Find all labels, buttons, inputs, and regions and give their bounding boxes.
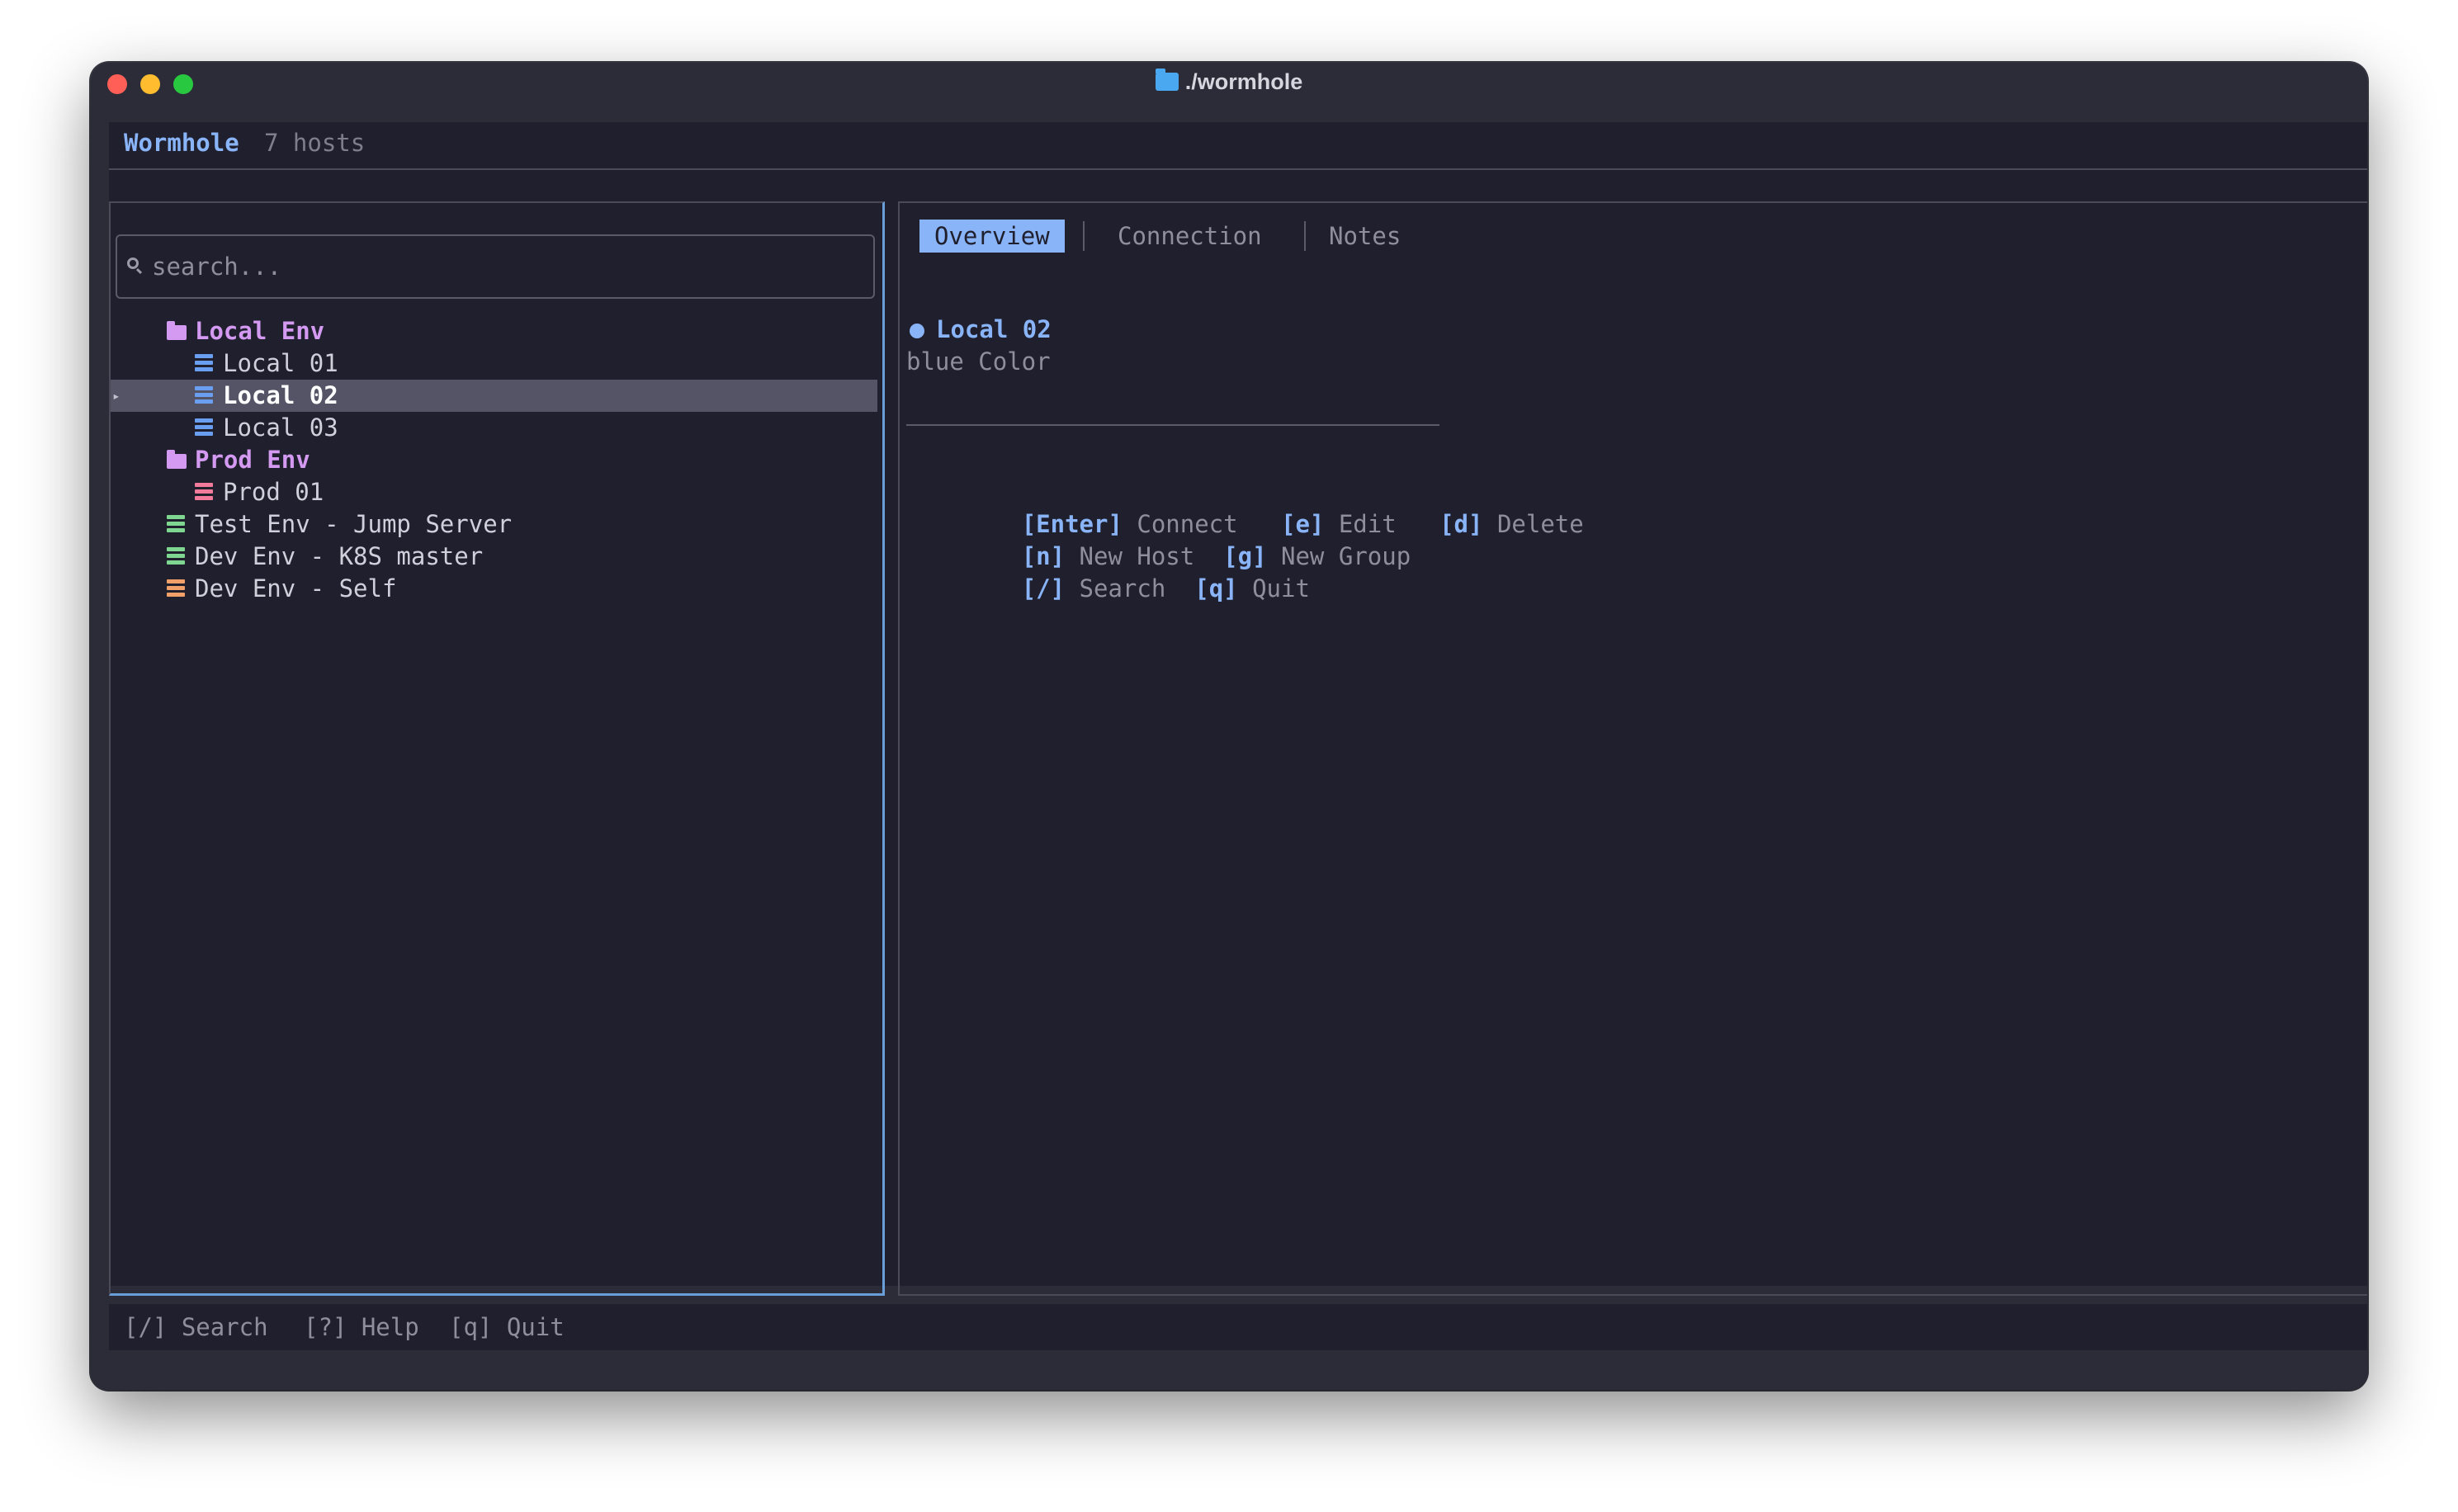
search-input[interactable] [150,248,863,286]
tree-item-label: Local 02 [223,381,338,409]
folder-icon [167,450,187,469]
tree-host[interactable]: ▸ Local 02 [111,380,877,412]
terminal-content: Wormhole 7 hosts Local Env Local 01 ▸ Local… [109,122,2367,1350]
shortcut-action: Quit [1252,574,1310,602]
search-icon [127,258,139,269]
host-tree: Local Env Local 01 ▸ Local 02 Local 03 Prod E… [111,315,882,605]
status-bar: [/] Search [?] Help [q] Quit [109,1304,2367,1350]
title-bar: ./wormhole [91,63,2367,122]
host-color-dot [910,324,924,338]
tree-item-label: Prod Env [195,446,310,474]
tab-separator [1304,221,1306,251]
shortcut-action: Search [1079,574,1166,602]
detail-host-name: Local 02 [936,315,1052,343]
app-name: Wormhole [124,129,239,157]
tree-group[interactable]: Local Env [111,315,882,347]
footer-help-hint: [?] Help [304,1313,419,1341]
host-list-pane: Local Env Local 01 ▸ Local 02 Local 03 Prod E… [109,201,885,1296]
window-title: ./wormhole [91,69,2367,95]
terminal-window: ./wormhole Wormhole 7 hosts Local Env Loc… [91,63,2367,1390]
tree-item-label: Local 01 [223,349,338,377]
shortcut-key: [d] [1439,510,1483,538]
tree-host[interactable]: Local 01 [111,347,882,380]
tree-host[interactable]: Local 03 [111,412,882,444]
shortcut-key: [q] [1194,574,1238,602]
server-icon [195,354,213,372]
shortcut-row: [/] Search [q] Quit [906,541,1310,637]
selection-arrow-icon: ▸ [112,388,121,404]
tab-separator [1083,221,1085,251]
folder-icon [1155,69,1179,91]
tree-item-label: Test Env - Jump Server [195,510,513,538]
shortcut-action: Delete [1496,510,1584,538]
tree-host[interactable]: Dev Env - Self [111,573,882,605]
server-icon [167,579,185,598]
tree-item-label: Local 03 [223,413,338,442]
folder-icon [167,321,187,340]
tree-item-label: Dev Env - K8S master [195,542,484,570]
tree-host[interactable]: Test Env - Jump Server [111,508,882,541]
app-header: Wormhole 7 hosts [109,122,2367,170]
search-box[interactable] [116,234,875,299]
tree-item-label: Dev Env - Self [195,574,397,602]
server-icon [167,547,185,565]
footer-quit-hint: [q] Quit [449,1313,565,1341]
divider [906,424,1439,426]
tree-group[interactable]: Prod Env [111,444,882,476]
window-title-text: ./wormhole [1184,69,1303,94]
server-icon [195,483,213,501]
server-icon [195,418,213,437]
tree-item-label: Local Env [195,317,325,345]
footer-search-hint: [/] Search [124,1313,268,1341]
tree-item-label: Prod 01 [223,478,324,506]
server-icon [195,386,213,404]
shortcut-key: [/] [1021,574,1066,602]
server-icon [167,515,185,533]
tab-notes[interactable]: Notes [1329,220,1401,253]
tree-host[interactable]: Dev Env - K8S master [111,541,882,573]
tab-connection[interactable]: Connection [1118,220,1262,253]
tree-host[interactable]: Prod 01 [111,476,882,508]
tab-overview[interactable]: Overview [919,220,1065,253]
host-count: 7 hosts [264,129,366,157]
detail-host-color: blue Color [906,347,1051,376]
detail-pane: Overview Connection Notes Local 02 blue … [898,201,2367,1296]
